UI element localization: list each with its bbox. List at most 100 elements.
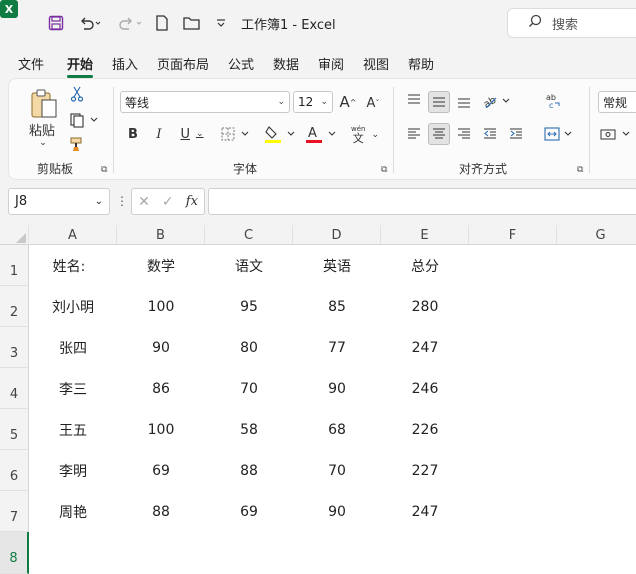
- fill-color-icon[interactable]: [263, 123, 299, 145]
- wrap-text-icon[interactable]: ab c: [543, 91, 563, 111]
- cell-d3[interactable]: 77: [293, 327, 381, 368]
- bold-icon[interactable]: B: [125, 125, 141, 143]
- cell-d2[interactable]: 85: [293, 286, 381, 327]
- font-launcher-icon[interactable]: ⧉: [381, 165, 387, 175]
- column-header-e[interactable]: E: [381, 225, 469, 245]
- tab-review[interactable]: 审阅: [318, 54, 344, 73]
- cell-d5[interactable]: 68: [293, 409, 381, 450]
- row-header-8[interactable]: 8: [0, 532, 29, 574]
- select-all-corner[interactable]: [0, 225, 29, 245]
- clipboard-launcher-icon[interactable]: ⧉: [101, 165, 107, 175]
- phonetic-guide-icon[interactable]: wén 文 ⌄: [347, 123, 383, 147]
- undo-icon[interactable]: [76, 12, 104, 34]
- column-header-b[interactable]: B: [117, 225, 205, 245]
- cell-a1[interactable]: 姓名:: [29, 245, 109, 286]
- cell-c5[interactable]: 58: [205, 409, 293, 450]
- worksheet-grid[interactable]: A B C D E F G 1 2 3 4 5 6 7 8 姓名: 数学 语文 …: [0, 225, 636, 574]
- row-header-7[interactable]: 7: [0, 491, 29, 532]
- open-folder-icon[interactable]: [182, 12, 202, 34]
- cell-d1[interactable]: 英语: [293, 245, 381, 286]
- enter-icon[interactable]: ✓: [162, 194, 174, 210]
- tab-insert[interactable]: 插入: [112, 54, 138, 73]
- customize-toolbar-icon[interactable]: [213, 12, 229, 34]
- cell-b2[interactable]: 100: [117, 286, 205, 327]
- font-color-icon[interactable]: A: [305, 123, 339, 145]
- align-left-icon[interactable]: [405, 125, 423, 143]
- format-painter-icon[interactable]: [68, 135, 86, 153]
- underline-icon[interactable]: U ⌄: [175, 125, 209, 143]
- cell-a5[interactable]: 王五: [29, 409, 117, 450]
- alignment-launcher-icon[interactable]: ⧉: [577, 165, 583, 175]
- font-size-select[interactable]: 12 ⌄: [293, 91, 333, 113]
- cell-b6[interactable]: 69: [117, 450, 205, 491]
- merge-center-icon[interactable]: [543, 125, 575, 143]
- italic-icon[interactable]: I: [151, 125, 167, 143]
- cell-a6[interactable]: 李明: [29, 450, 117, 491]
- column-header-a[interactable]: A: [29, 225, 117, 245]
- column-header-f[interactable]: F: [469, 225, 557, 245]
- cell-b4[interactable]: 86: [117, 368, 205, 409]
- cell-c3[interactable]: 80: [205, 327, 293, 368]
- more-options-icon[interactable]: ⋮: [116, 194, 128, 208]
- increase-font-size-icon[interactable]: A ^: [338, 92, 358, 112]
- name-box[interactable]: J8 ⌄: [8, 188, 110, 215]
- decrease-indent-icon[interactable]: [481, 125, 499, 143]
- tab-page-layout[interactable]: 页面布局: [157, 54, 209, 73]
- cell-e5[interactable]: 226: [381, 409, 469, 450]
- align-center-icon[interactable]: [428, 123, 450, 145]
- new-file-icon[interactable]: [153, 12, 171, 34]
- row-header-1[interactable]: 1: [0, 245, 29, 286]
- paste-button-label[interactable]: 粘贴: [27, 121, 57, 139]
- cell-b5[interactable]: 100: [117, 409, 205, 450]
- cell-a4[interactable]: 李三: [29, 368, 117, 409]
- align-right-icon[interactable]: [455, 125, 473, 143]
- align-top-icon[interactable]: [405, 91, 423, 109]
- cell-c2[interactable]: 95: [205, 286, 293, 327]
- tab-file[interactable]: 文件: [18, 54, 44, 73]
- increase-indent-icon[interactable]: [507, 125, 525, 143]
- align-middle-icon[interactable]: [428, 91, 450, 113]
- cell-e4[interactable]: 246: [381, 368, 469, 409]
- accounting-format-icon[interactable]: [599, 125, 635, 143]
- insert-function-icon[interactable]: fx: [186, 194, 198, 209]
- paste-icon[interactable]: [27, 87, 61, 119]
- tab-data[interactable]: 数据: [273, 54, 299, 73]
- number-format-select[interactable]: 常规: [598, 91, 636, 113]
- cell-d6[interactable]: 70: [293, 450, 381, 491]
- cell-b1[interactable]: 数学: [117, 245, 205, 286]
- save-icon[interactable]: [46, 12, 66, 34]
- cell-c7[interactable]: 69: [205, 491, 293, 532]
- copy-icon[interactable]: [67, 111, 101, 129]
- cell-d4[interactable]: 90: [293, 368, 381, 409]
- cell-c1[interactable]: 语文: [205, 245, 293, 286]
- cell-a2[interactable]: 刘小明: [29, 286, 117, 327]
- paste-dropdown-chevron-icon[interactable]: ⌄: [37, 137, 49, 149]
- tab-formulas[interactable]: 公式: [228, 54, 254, 73]
- column-header-g[interactable]: G: [557, 225, 636, 245]
- borders-icon[interactable]: [219, 125, 253, 143]
- cell-a7[interactable]: 周艳: [29, 491, 117, 532]
- align-bottom-icon[interactable]: [455, 93, 473, 111]
- cell-e1[interactable]: 总分: [381, 245, 469, 286]
- cell-e7[interactable]: 247: [381, 491, 469, 532]
- cell-b3[interactable]: 90: [117, 327, 205, 368]
- cell-c4[interactable]: 70: [205, 368, 293, 409]
- cell-c6[interactable]: 88: [205, 450, 293, 491]
- tab-help[interactable]: 帮助: [408, 54, 434, 73]
- column-header-c[interactable]: C: [205, 225, 293, 245]
- row-header-2[interactable]: 2: [0, 286, 29, 327]
- cancel-icon[interactable]: ✕: [138, 194, 150, 210]
- cell-a3[interactable]: 张四: [29, 327, 117, 368]
- cell-e3[interactable]: 247: [381, 327, 469, 368]
- orientation-icon[interactable]: ab: [481, 91, 513, 111]
- row-header-4[interactable]: 4: [0, 368, 29, 409]
- formula-input[interactable]: [208, 188, 636, 215]
- tab-home[interactable]: 开始: [67, 54, 94, 78]
- column-header-d[interactable]: D: [293, 225, 381, 245]
- row-header-3[interactable]: 3: [0, 327, 29, 368]
- font-name-select[interactable]: 等线 ⌄: [120, 91, 290, 113]
- search-box[interactable]: 搜索: [507, 8, 636, 38]
- cell-b7[interactable]: 88: [117, 491, 205, 532]
- decrease-font-size-icon[interactable]: Aˇ: [364, 93, 382, 113]
- cell-e2[interactable]: 280: [381, 286, 469, 327]
